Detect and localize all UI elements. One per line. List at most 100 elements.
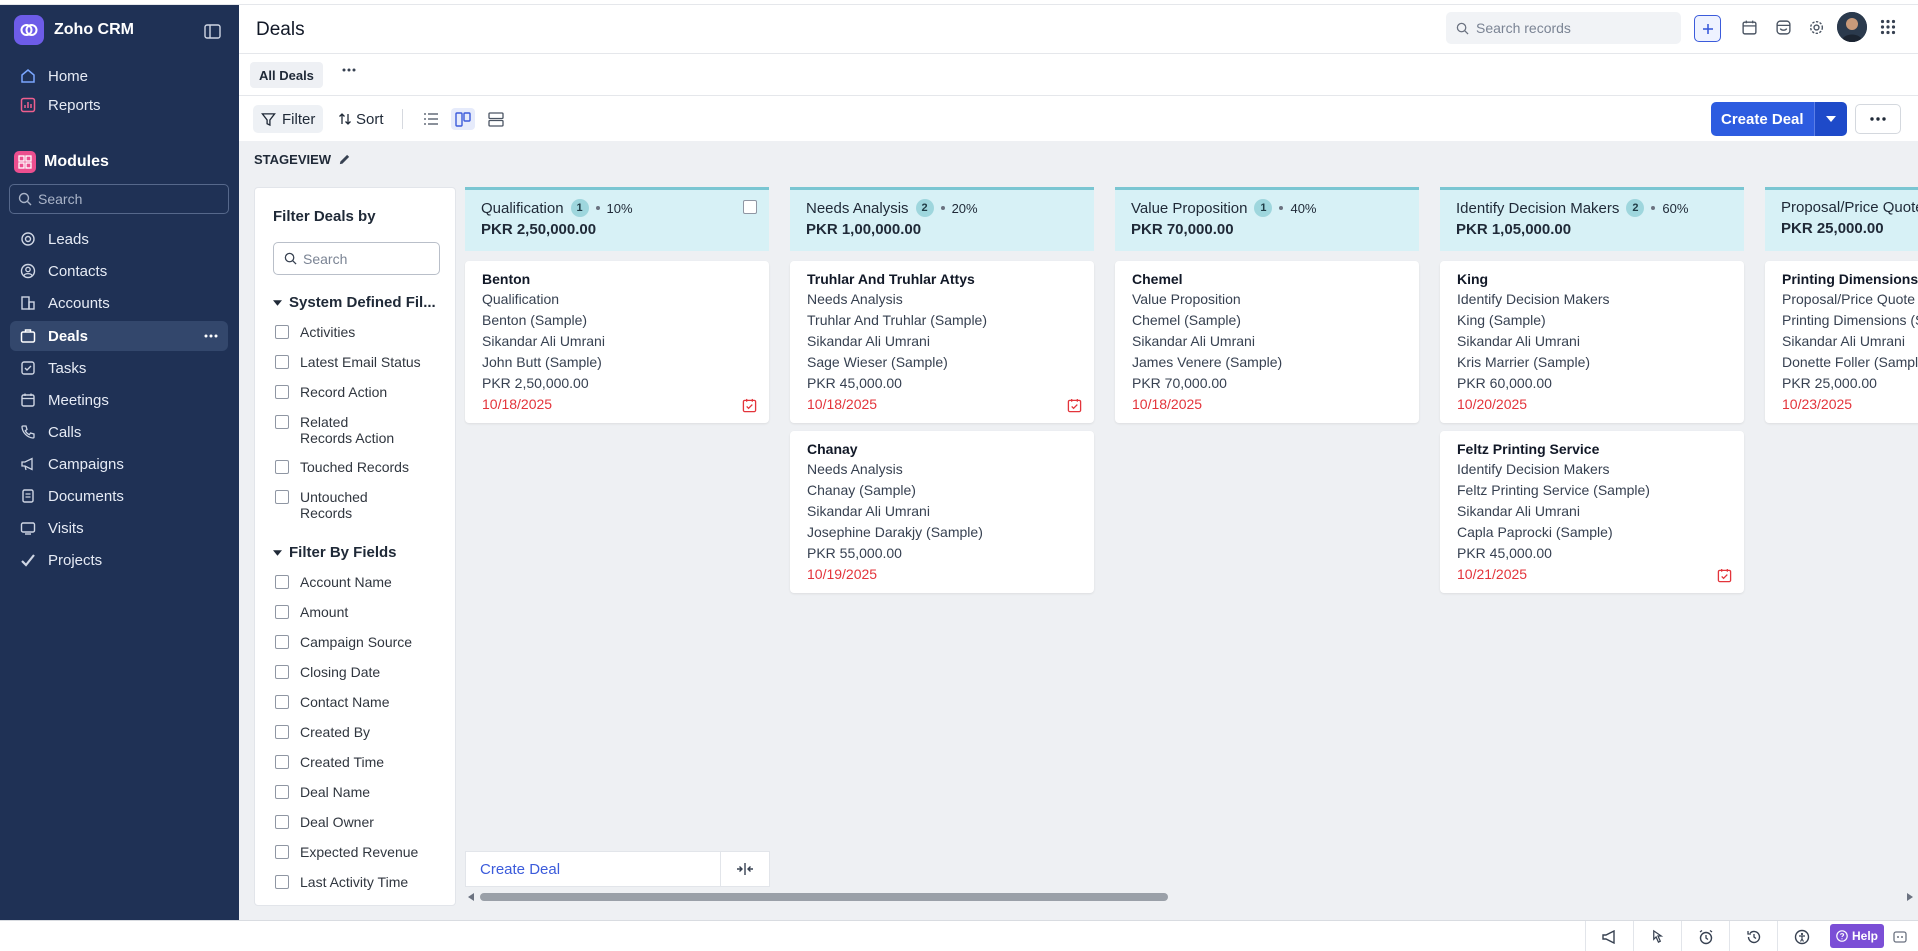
checkbox[interactable] <box>743 200 757 214</box>
sidebar-item-documents[interactable]: Documents <box>10 481 228 511</box>
alarm-icon[interactable] <box>1681 921 1729 951</box>
field-filters-section[interactable]: Filter By Fields <box>273 544 397 561</box>
filter-option[interactable]: Untouched Records <box>275 489 385 521</box>
sidebar-item-projects[interactable]: Projects <box>10 545 228 575</box>
sidebar-item-contacts[interactable]: Contacts <box>10 256 228 286</box>
user-avatar[interactable] <box>1837 12 1867 42</box>
filter-option[interactable]: Created By <box>275 724 370 740</box>
calendar-icon[interactable] <box>1741 19 1758 36</box>
checkbox[interactable] <box>275 415 289 429</box>
checkbox[interactable] <box>275 460 289 474</box>
sidebar-item-calls[interactable]: Calls <box>10 417 228 447</box>
checkbox[interactable] <box>275 755 289 769</box>
deal-name[interactable]: King <box>1457 270 1727 289</box>
sidebar-item-home[interactable]: Home <box>10 61 228 91</box>
checkbox[interactable] <box>275 725 289 739</box>
checkbox[interactable] <box>275 635 289 649</box>
filter-option[interactable]: Activities <box>275 324 355 340</box>
filter-option[interactable]: Created Time <box>275 754 384 770</box>
filter-option[interactable]: Campaign Source <box>275 634 412 650</box>
sheet-view-icon[interactable] <box>484 108 508 130</box>
more-options-icon[interactable] <box>204 334 218 338</box>
task-due-icon[interactable] <box>742 398 757 413</box>
select-all-checkbox[interactable] <box>743 199 757 214</box>
task-due-icon[interactable] <box>1717 568 1732 583</box>
scrollbar-thumb[interactable] <box>480 893 1168 901</box>
filter-option[interactable]: Record Action <box>275 384 387 400</box>
filter-option[interactable]: Deal Name <box>275 784 370 800</box>
filter-option[interactable]: Last Activity Time <box>275 874 408 890</box>
sort-button[interactable]: Sort <box>338 105 384 133</box>
tab-all-deals[interactable]: All Deals <box>250 62 323 88</box>
checkbox[interactable] <box>275 785 289 799</box>
accessibility-icon[interactable] <box>1777 921 1825 951</box>
brand[interactable]: Zoho CRM <box>14 15 134 45</box>
filter-option[interactable]: Closing Date <box>275 664 380 680</box>
checkbox[interactable] <box>275 605 289 619</box>
sidebar-item-leads[interactable]: Leads <box>10 224 228 254</box>
collapse-columns-icon[interactable] <box>721 852 769 886</box>
deal-card[interactable]: Printing Dimensions Proposal/Price Quote… <box>1765 261 1918 423</box>
announcements-icon[interactable] <box>1585 921 1633 951</box>
sidebar-item-tasks[interactable]: Tasks <box>10 353 228 383</box>
filter-option[interactable]: Expected Revenue <box>275 844 418 860</box>
apps-grid-icon[interactable] <box>1880 19 1896 35</box>
filter-option[interactable]: Related Records Action <box>275 414 400 446</box>
module-search-input[interactable] <box>38 191 218 207</box>
task-due-icon[interactable] <box>1067 398 1082 413</box>
filter-option[interactable]: Touched Records <box>275 459 409 475</box>
marketplace-icon[interactable] <box>1775 19 1792 36</box>
help-button[interactable]: Help <box>1830 924 1884 948</box>
deal-card[interactable]: Feltz Printing Service Identify Decision… <box>1440 431 1744 593</box>
checkbox[interactable] <box>275 575 289 589</box>
deal-name[interactable]: Feltz Printing Service <box>1457 440 1727 459</box>
kanban-view-icon[interactable] <box>451 108 475 130</box>
sidebar-item-deals[interactable]: Deals <box>10 321 228 351</box>
filter-option[interactable]: Deal Owner <box>275 814 374 830</box>
filter-option[interactable]: Latest Email Status <box>275 354 421 370</box>
deal-name[interactable]: Chanay <box>807 440 1077 459</box>
filter-option[interactable]: Amount <box>275 604 348 620</box>
checkbox[interactable] <box>275 845 289 859</box>
create-deal-button[interactable]: Create Deal <box>1711 102 1814 136</box>
pointer-icon[interactable] <box>1633 921 1681 951</box>
create-deal-link[interactable]: Create Deal <box>466 852 721 886</box>
deal-name[interactable]: Truhlar And Truhlar Attys <box>807 270 1077 289</box>
deal-card[interactable]: Truhlar And Truhlar Attys Needs Analysis… <box>790 261 1094 423</box>
system-filters-section[interactable]: System Defined Fil... <box>273 294 436 311</box>
filter-search-input[interactable] <box>303 250 433 267</box>
deal-card[interactable]: Benton Qualification Benton (Sample) Sik… <box>465 261 769 423</box>
checkbox[interactable] <box>275 355 289 369</box>
quick-create-button[interactable] <box>1694 15 1721 42</box>
more-views-icon[interactable] <box>342 68 356 72</box>
deal-name[interactable]: Printing Dimensions <box>1782 270 1918 289</box>
filter-option[interactable]: Account Name <box>275 574 392 590</box>
deal-name[interactable]: Chemel <box>1132 270 1402 289</box>
deal-name[interactable]: Benton <box>482 270 752 289</box>
history-icon[interactable] <box>1729 921 1777 951</box>
more-actions-button[interactable] <box>1855 104 1901 134</box>
list-view-icon[interactable] <box>419 108 443 130</box>
gear-icon[interactable] <box>1808 19 1825 36</box>
scroll-right-icon[interactable] <box>1907 893 1913 901</box>
pencil-icon[interactable] <box>338 153 351 166</box>
checkbox[interactable] <box>275 875 289 889</box>
sidebar-item-accounts[interactable]: Accounts <box>10 288 228 318</box>
checkbox[interactable] <box>275 815 289 829</box>
checkbox[interactable] <box>275 665 289 679</box>
deal-card[interactable]: Chanay Needs Analysis Chanay (Sample) Si… <box>790 431 1094 593</box>
horizontal-scrollbar[interactable] <box>464 889 1918 905</box>
checkbox[interactable] <box>275 695 289 709</box>
collapse-sidebar-icon[interactable] <box>204 24 221 39</box>
create-deal-dropdown[interactable] <box>1813 102 1847 136</box>
filter-button[interactable]: Filter <box>253 105 324 133</box>
deal-card[interactable]: King Identify Decision Makers King (Samp… <box>1440 261 1744 423</box>
deal-card[interactable]: Chemel Value Proposition Chemel (Sample)… <box>1115 261 1419 423</box>
filter-option[interactable]: Contact Name <box>275 694 389 710</box>
chat-bot-icon[interactable] <box>1892 929 1908 945</box>
checkbox[interactable] <box>275 385 289 399</box>
sidebar-item-meetings[interactable]: Meetings <box>10 385 228 415</box>
checkbox[interactable] <box>275 325 289 339</box>
sidebar-item-visits[interactable]: Visits <box>10 513 228 543</box>
checkbox[interactable] <box>275 490 289 504</box>
